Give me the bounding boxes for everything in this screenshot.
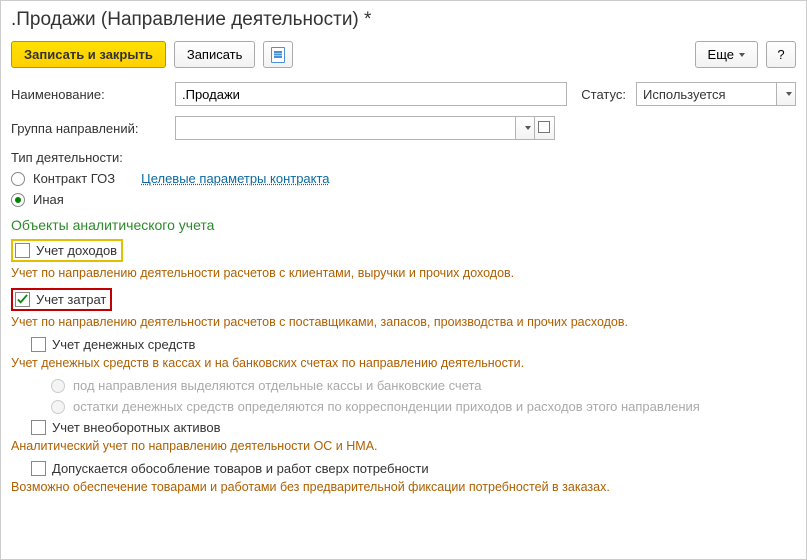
- cash-block: Учет денежных средств Учет денежных сред…: [31, 337, 796, 414]
- expense-highlight: Учет затрат: [11, 288, 112, 311]
- fixed-desc: Аналитический учет по направлению деятел…: [11, 439, 796, 453]
- over-checkbox[interactable]: [31, 461, 46, 476]
- fixed-checkbox[interactable]: [31, 420, 46, 435]
- expense-checkbox[interactable]: [15, 292, 30, 307]
- expense-block: Учет затрат Учет по направлению деятельн…: [11, 288, 796, 329]
- income-checkbox[interactable]: [15, 243, 30, 258]
- status-select[interactable]: Используется: [636, 82, 796, 106]
- radio-other-label: Иная: [33, 192, 64, 207]
- radio-other-row: Иная: [11, 192, 796, 207]
- help-button[interactable]: ?: [766, 41, 796, 68]
- income-highlight: Учет доходов: [11, 239, 123, 262]
- page-title: .Продажи (Направление деятельности) *: [11, 9, 796, 31]
- more-button[interactable]: Еще: [695, 41, 758, 68]
- status-dropdown-button[interactable]: [776, 82, 796, 106]
- cash-sub2-row: остатки денежных средств определяются по…: [51, 399, 796, 414]
- radio-goz[interactable]: [11, 172, 25, 186]
- name-row: Наименование: Статус: Используется: [11, 82, 796, 106]
- over-label: Допускается обособление товаров и работ …: [52, 461, 429, 476]
- group-dropdown-button[interactable]: [515, 116, 535, 140]
- goz-params-link[interactable]: Целевые параметры контракта: [141, 171, 329, 186]
- status-label: Статус:: [581, 87, 630, 102]
- expense-desc: Учет по направлению деятельности расчето…: [11, 315, 796, 329]
- list-icon: [271, 47, 285, 63]
- open-icon: [540, 123, 550, 133]
- fixed-block: Учет внеоборотных активов Аналитический …: [31, 420, 796, 453]
- cash-sub1-radio: [51, 379, 65, 393]
- fixed-label: Учет внеоборотных активов: [52, 420, 221, 435]
- cash-sub2-label: остатки денежных средств определяются по…: [73, 399, 700, 414]
- expense-label: Учет затрат: [36, 292, 106, 307]
- income-label: Учет доходов: [36, 243, 117, 258]
- report-button[interactable]: [263, 41, 293, 68]
- more-label: Еще: [708, 47, 734, 62]
- name-label: Наименование:: [11, 87, 169, 102]
- chevron-down-icon: [739, 53, 745, 57]
- group-select[interactable]: [175, 116, 555, 140]
- chevron-down-icon: [786, 92, 792, 96]
- form-window: .Продажи (Направление деятельности) * За…: [0, 0, 807, 560]
- radio-other[interactable]: [11, 193, 25, 207]
- group-value: [175, 116, 515, 140]
- group-label: Группа направлений:: [11, 121, 169, 136]
- chevron-down-icon: [525, 126, 531, 130]
- over-block: Допускается обособление товаров и работ …: [31, 461, 796, 494]
- type-label: Тип деятельности:: [11, 150, 796, 165]
- cash-label: Учет денежных средств: [52, 337, 195, 352]
- cash-sub2-radio: [51, 400, 65, 414]
- save-and-close-button[interactable]: Записать и закрыть: [11, 41, 166, 68]
- cash-sub1-row: под направления выделяются отдельные кас…: [51, 378, 796, 393]
- status-value: Используется: [636, 82, 776, 106]
- toolbar: Записать и закрыть Записать Еще ?: [11, 41, 796, 68]
- analytics-section-title: Объекты аналитического учета: [11, 217, 796, 233]
- cash-sub1-label: под направления выделяются отдельные кас…: [73, 378, 482, 393]
- group-row: Группа направлений:: [11, 116, 796, 140]
- radio-goz-row: Контракт ГОЗ Целевые параметры контракта: [11, 171, 796, 186]
- radio-goz-label: Контракт ГОЗ: [33, 171, 115, 186]
- income-block: Учет доходов Учет по направлению деятель…: [11, 239, 796, 280]
- group-open-button[interactable]: [535, 116, 555, 140]
- save-button[interactable]: Записать: [174, 41, 256, 68]
- income-desc: Учет по направлению деятельности расчето…: [11, 266, 796, 280]
- name-input[interactable]: [175, 82, 567, 106]
- cash-desc: Учет денежных средств в кассах и на банк…: [11, 356, 796, 370]
- over-desc: Возможно обеспечение товарами и работами…: [11, 480, 796, 494]
- cash-checkbox[interactable]: [31, 337, 46, 352]
